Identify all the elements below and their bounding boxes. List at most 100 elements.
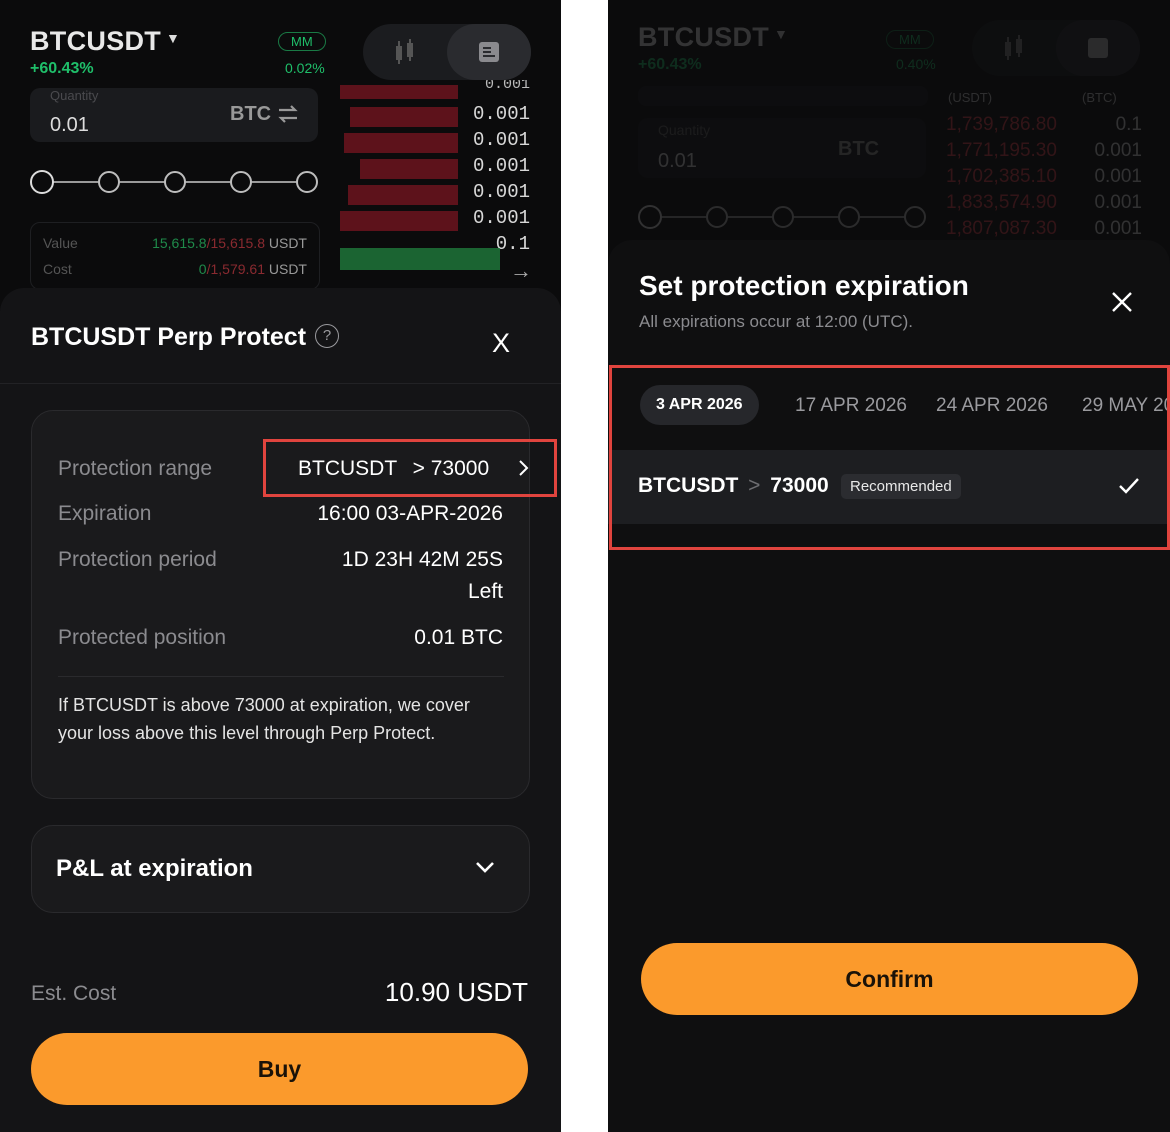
slider-step[interactable] <box>164 171 186 193</box>
arrow-right-icon[interactable]: → <box>510 258 532 284</box>
orderbook-sizes: 0.001 0.001 0.001 0.001 0.001 0.1 <box>460 103 530 259</box>
quantity-label: Quantity <box>50 88 99 103</box>
protection-description: If BTCUSDT is above 73000 at expiration,… <box>58 695 470 743</box>
slider-step[interactable] <box>296 171 318 193</box>
symbol-title[interactable]: BTCUSDT <box>30 26 161 57</box>
cost-amounts: 0/1,579.61 USDT <box>199 261 307 277</box>
ob-size: 0.001 <box>1094 166 1142 187</box>
orderbook-rows: 1,739,786.80 0.1 1,771,195.30 0.001 1,702,… <box>946 114 1142 244</box>
ob-size: 0.001 <box>472 181 530 203</box>
pnl-label: P&L at expiration <box>56 855 253 882</box>
slider-handle[interactable] <box>30 170 54 194</box>
price-change: +60.43% <box>30 60 94 77</box>
symbol-title: BTCUSDT <box>638 22 770 52</box>
card-divider <box>58 676 504 677</box>
period-value-suffix: Left <box>467 580 503 603</box>
ob-size: 0.001 <box>472 155 530 177</box>
close-button[interactable]: X <box>492 328 510 359</box>
col-usdt: (USDT) <box>948 90 993 105</box>
slider-step[interactable] <box>230 171 252 193</box>
est-cost-label: Est. Cost <box>31 982 117 1005</box>
quantity-input[interactable]: Quantity 0.01 BTC <box>30 88 318 142</box>
ob-size: 0.001 <box>472 103 530 125</box>
ob-row: 1,739,786.80 0.1 <box>946 114 1142 140</box>
quantity-value: 0.01 <box>50 114 89 136</box>
highlight-box <box>263 439 557 497</box>
perp-protect-sheet: BTCUSDT Perp Protect ? X Protection rang… <box>0 288 561 1132</box>
value-amounts: 15,615.8/15,615.8 USDT <box>152 235 307 251</box>
slider-step <box>706 206 728 228</box>
orderbook-cut-row: 0.001 <box>484 80 530 90</box>
chevron-down-icon[interactable] <box>475 860 495 874</box>
quantity-value: 0.01 <box>658 150 697 172</box>
expiration-picker-screen: BTCUSDT ▼ +60.43% MM 0.40% Quantity 0.01… <box>608 0 1170 1132</box>
slider-step <box>838 206 860 228</box>
document-icon[interactable] <box>477 40 501 64</box>
value-red: 15,615.8 <box>210 235 265 251</box>
value-green: 15,615.8 <box>152 235 207 251</box>
ob-size: 0.1 <box>1115 114 1142 135</box>
document-icon <box>1088 38 1108 58</box>
sheet-title: Set protection expiration <box>639 270 969 301</box>
view-toggle[interactable] <box>363 24 531 80</box>
value-cost-box: Value Cost 15,615.8/15,615.8 USDT 0/1,57… <box>30 222 320 290</box>
protection-range-label: Protection range <box>58 457 213 480</box>
quantity-input-placeholder <box>638 86 928 106</box>
candlestick-icon[interactable] <box>393 39 417 65</box>
candlestick-icon <box>1005 35 1022 60</box>
slider-step[interactable] <box>98 171 120 193</box>
slider-handle <box>638 205 662 229</box>
quantity-input: Quantity 0.01 BTC <box>638 118 926 178</box>
orderbook-mid-bar <box>340 248 500 270</box>
buy-button[interactable]: Buy <box>31 1033 528 1105</box>
pnl-accordion[interactable]: P&L at expiration <box>31 825 530 913</box>
swap-icon[interactable] <box>276 102 300 126</box>
view-toggle <box>972 20 1140 76</box>
orderbook-asks <box>340 85 460 231</box>
slider-step <box>772 206 794 228</box>
help-icon[interactable]: ? <box>315 324 339 348</box>
est-cost-value: 10.90 USDT <box>384 977 528 1007</box>
quantity-unit[interactable]: BTC <box>230 103 271 126</box>
highlight-box <box>609 365 1170 550</box>
col-btc: (BTC) <box>1082 90 1117 105</box>
confirm-button[interactable]: Confirm <box>641 943 1138 1015</box>
quantity-label: Quantity <box>658 122 711 138</box>
sheet-title: BTCUSDT Perp Protect <box>31 323 307 351</box>
symbol-caret-icon: ▼ <box>774 26 788 42</box>
ob-size: 0.001 <box>472 207 530 229</box>
value-label: Value <box>43 235 78 251</box>
ob-price: 1,739,786.80 <box>946 114 1057 135</box>
close-icon[interactable] <box>1111 291 1133 313</box>
mm-badge: MM <box>886 30 934 49</box>
cost-green: 0 <box>198 261 207 277</box>
ob-price: 1,771,195.30 <box>946 140 1057 161</box>
expiration-value: 16:00 03-APR-2026 <box>317 502 503 525</box>
sheet-divider <box>0 383 561 384</box>
mm-value: 0.40% <box>896 56 936 72</box>
ob-row: 1,702,385.10 0.001 <box>946 166 1142 192</box>
cost-unit: USDT <box>268 261 307 277</box>
ob-price: 1,702,385.10 <box>946 166 1057 187</box>
value-unit: USDT <box>268 235 307 251</box>
cost-red: 1,579.61 <box>210 261 265 277</box>
ob-row: 1,771,195.30 0.001 <box>946 140 1142 166</box>
ob-size: 0.001 <box>1094 140 1142 161</box>
ob-size: 0.001 <box>472 129 530 151</box>
ob-price: 1,833,574.90 <box>946 192 1057 213</box>
ob-size: 0.001 <box>1094 192 1142 213</box>
price-change: +60.43% <box>638 56 702 73</box>
period-value: 1D 23H 42M 25S <box>341 548 503 571</box>
quantity-unit: BTC <box>838 138 880 160</box>
position-label: Protected position <box>58 626 227 649</box>
sheet-subtitle: All expirations occur at 12:00 (UTC). <box>639 312 913 331</box>
ob-row: 1,833,574.90 0.001 <box>946 192 1142 218</box>
expiration-label: Expiration <box>58 502 152 525</box>
cost-label: Cost <box>43 261 72 277</box>
slider-step <box>904 206 926 228</box>
mm-value: 0.02% <box>285 60 325 76</box>
perp-protect-screen: BTCUSDT ▼ +60.43% MM 0.02% Quantity 0.01… <box>0 0 561 1132</box>
dimmed-trading-background: BTCUSDT ▼ +60.43% MM 0.40% Quantity 0.01… <box>608 0 1170 240</box>
mm-badge: MM <box>278 32 326 51</box>
symbol-caret-icon[interactable]: ▼ <box>166 30 180 46</box>
